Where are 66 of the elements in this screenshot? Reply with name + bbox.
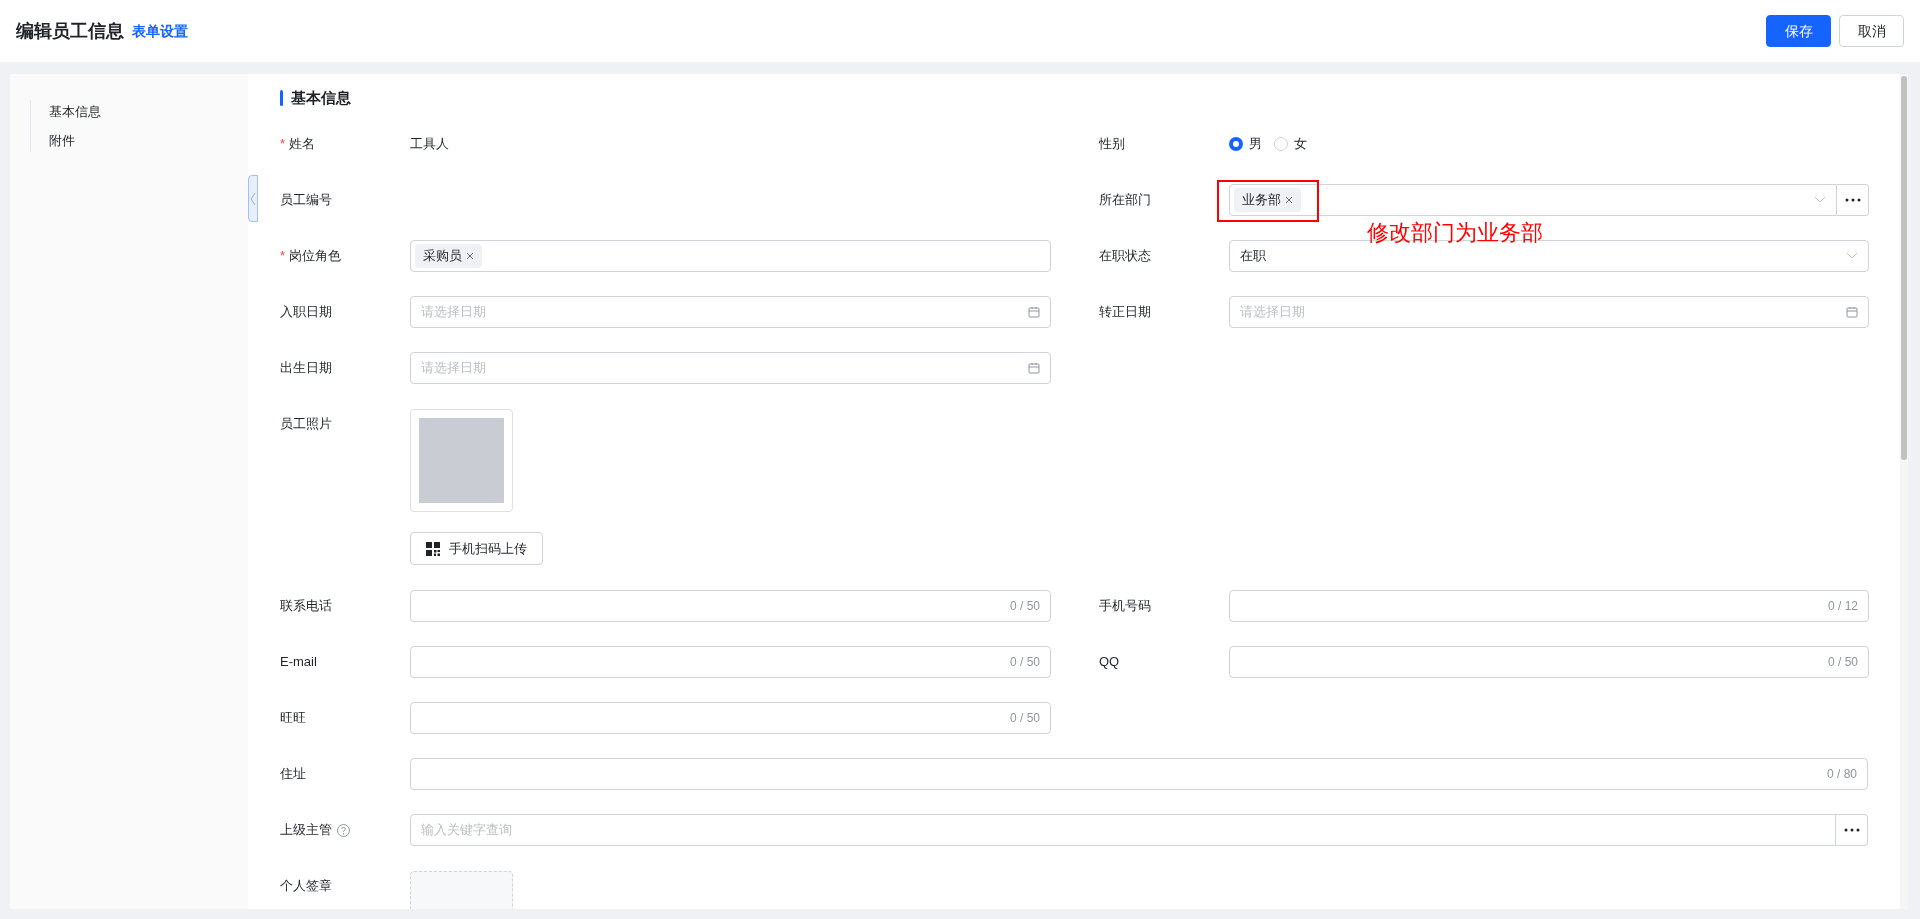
collapse-handle[interactable]	[248, 175, 258, 222]
field-label: 员工编号	[280, 191, 332, 210]
remove-icon[interactable]	[1285, 196, 1293, 204]
field-label: 手机号码	[1099, 597, 1151, 616]
role-select[interactable]: 采购员	[410, 240, 1051, 272]
field-label: 联系电话	[280, 597, 332, 616]
save-button[interactable]: 保存	[1766, 15, 1831, 47]
tag: 采购员	[415, 244, 482, 268]
calendar-icon	[1028, 362, 1040, 374]
chevron-down-icon	[1846, 252, 1858, 260]
more-icon	[1844, 198, 1861, 202]
section-title: 基本信息	[291, 87, 351, 108]
name-value: 工具人	[410, 135, 449, 154]
department-select[interactable]: 业务部	[1229, 184, 1837, 216]
radio-option[interactable]: 女	[1274, 134, 1307, 154]
character-counter: 0 / 50	[1009, 710, 1040, 727]
remove-icon[interactable]	[466, 252, 474, 260]
more-button[interactable]	[1837, 184, 1869, 216]
chevron-down-icon	[1814, 196, 1826, 204]
field-label: 出生日期	[280, 359, 332, 378]
section-marker	[280, 90, 283, 106]
date-field[interactable]: 请选择日期	[410, 352, 1051, 384]
page-title: 编辑员工信息	[16, 19, 124, 43]
character-counter: 0 / 50	[1009, 654, 1040, 671]
field-label: 岗位角色	[289, 247, 342, 266]
calendar-icon	[1846, 306, 1858, 318]
field-label: 旺旺	[280, 709, 306, 728]
form-settings-link[interactable]: 表单设置	[132, 20, 188, 42]
help-icon[interactable]	[337, 823, 350, 837]
search-field[interactable]: 输入关键字查询	[410, 814, 1836, 846]
scrollbar[interactable]	[1900, 74, 1908, 909]
character-counter: 0 / 12	[1827, 598, 1858, 615]
sidebar-item[interactable]: 基本信息	[49, 102, 248, 121]
more-button[interactable]	[1836, 814, 1868, 846]
field-label: 转正日期	[1099, 303, 1151, 322]
cancel-button[interactable]: 取消	[1839, 15, 1904, 47]
character-counter: 0 / 50	[1009, 598, 1040, 615]
more-icon	[1843, 828, 1860, 832]
date-input[interactable]: 请选择日期	[421, 358, 1028, 378]
field-label: 住址	[280, 765, 306, 784]
field-label: E-mail	[280, 653, 317, 672]
date-field[interactable]: 请选择日期	[410, 296, 1051, 328]
field-label: 在职状态	[1099, 247, 1151, 266]
search-input[interactable]: 输入关键字查询	[421, 820, 1825, 840]
character-counter: 0 / 80	[1826, 766, 1857, 783]
field-label: 所在部门	[1099, 191, 1151, 210]
field-label: 性别	[1099, 135, 1125, 154]
tag: 业务部	[1234, 188, 1301, 212]
required-asterisk: *	[280, 135, 286, 154]
date-input[interactable]: 请选择日期	[421, 302, 1028, 322]
calendar-icon	[1028, 306, 1040, 318]
scan-upload-button[interactable]: 手机扫码上传	[410, 532, 543, 565]
field-label: QQ	[1099, 653, 1120, 672]
date-input[interactable]: 请选择日期	[1240, 302, 1846, 322]
required-asterisk: *	[280, 247, 286, 266]
sidebar-item[interactable]: 附件	[49, 131, 248, 150]
field-label: 入职日期	[280, 303, 332, 322]
field-label: 员工照片	[280, 415, 332, 434]
character-counter: 0 / 50	[1827, 654, 1858, 671]
radio-option[interactable]: 男	[1229, 134, 1262, 154]
qr-code-icon	[426, 541, 440, 556]
field-label: 姓名	[289, 135, 316, 154]
date-field[interactable]: 请选择日期	[1229, 296, 1869, 328]
field-label: 个人签章	[280, 877, 332, 896]
field-label: 上级主管	[280, 821, 332, 840]
photo-frame[interactable]	[410, 409, 513, 512]
